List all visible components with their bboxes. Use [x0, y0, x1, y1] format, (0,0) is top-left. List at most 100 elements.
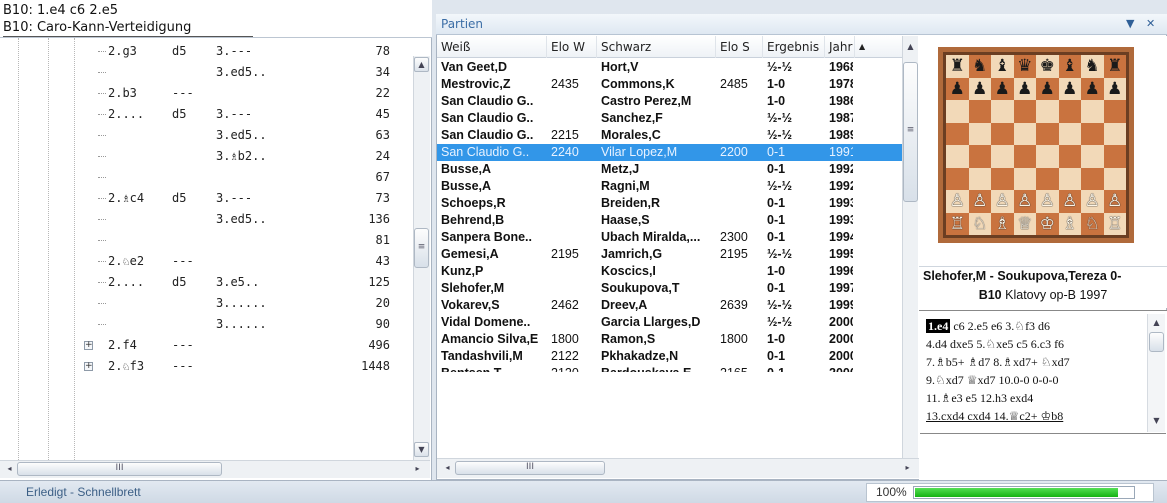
- column-header[interactable]: Jahr: [825, 36, 855, 58]
- close-icon[interactable]: ✕: [1146, 14, 1155, 34]
- board-square[interactable]: [1081, 122, 1104, 145]
- board-square[interactable]: [1013, 167, 1036, 190]
- board-square[interactable]: [968, 145, 991, 168]
- board-square[interactable]: [968, 100, 991, 123]
- chess-piece-icon[interactable]: ♟: [1014, 78, 1037, 101]
- board-square[interactable]: [946, 100, 969, 123]
- chess-piece-icon[interactable]: ♝: [991, 55, 1014, 78]
- chess-piece-icon[interactable]: ♙: [969, 190, 992, 213]
- board-square[interactable]: [1036, 167, 1059, 190]
- expand-icon[interactable]: +: [84, 341, 93, 350]
- tree-row[interactable]: 67: [0, 167, 414, 188]
- board-square[interactable]: [946, 122, 969, 145]
- chess-piece-icon[interactable]: ♚: [1036, 55, 1059, 78]
- scroll-up-icon[interactable]: ▲: [1149, 316, 1164, 331]
- table-row[interactable]: San Claudio G.. 2215 Morales,C ½-½ 1989: [437, 127, 903, 144]
- notation-line[interactable]: 9.♘xd7 ♕xd7 10.0-0 0-0-0: [926, 373, 1059, 387]
- scroll-left-icon[interactable]: ◂: [440, 461, 455, 476]
- tree-row[interactable]: 2.b3 --- 22: [0, 83, 414, 104]
- notation-line[interactable]: 7.♗b5+ ♗d7 8.♗xd7+ ♘xd7: [926, 355, 1070, 369]
- tree-row[interactable]: 2.... d5 3.--- 45: [0, 104, 414, 125]
- board-square[interactable]: [1058, 145, 1081, 168]
- scrollbar-thumb[interactable]: ≡: [414, 228, 429, 268]
- tree-row[interactable]: +2.♘f3 --- 1448: [0, 356, 414, 377]
- table-row[interactable]: Slehofer,M Soukupova,T 0-1 1997: [437, 280, 903, 297]
- chess-piece-icon[interactable]: ♙: [1059, 190, 1082, 213]
- board-square[interactable]: [1103, 100, 1126, 123]
- notation-line[interactable]: c6 2.e5 e6 3.♘f3 d6: [950, 319, 1050, 333]
- table-row[interactable]: Busse,A Ragni,M ½-½ 1992: [437, 178, 903, 195]
- table-row[interactable]: Kunz,P Koscics,I 1-0 1996: [437, 263, 903, 280]
- table-row[interactable]: Vidal Domene.. Garcia Llarges,D ½-½ 2000: [437, 314, 903, 331]
- board-square[interactable]: [1013, 100, 1036, 123]
- scroll-down-icon[interactable]: ▼: [414, 442, 429, 457]
- chess-piece-icon[interactable]: ♖: [1104, 213, 1127, 236]
- table-row[interactable]: Tandashvili,M 2122 Pkhakadze,N 0-1 2000: [437, 348, 903, 365]
- chess-piece-icon[interactable]: ♗: [1059, 213, 1082, 236]
- column-header[interactable]: Ergebnis: [763, 36, 825, 58]
- board-square[interactable]: [1058, 100, 1081, 123]
- table-row[interactable]: San Claudio G.. Castro Perez,M 1-0 1986: [437, 93, 903, 110]
- chess-piece-icon[interactable]: ♜: [1104, 55, 1127, 78]
- board-square[interactable]: [1036, 145, 1059, 168]
- scroll-right-icon[interactable]: ▸: [900, 461, 915, 476]
- chess-piece-icon[interactable]: ♕: [1014, 213, 1037, 236]
- tree-horizontal-scrollbar[interactable]: ◂ III ▸: [0, 460, 430, 478]
- column-header[interactable]: Elo W: [547, 36, 597, 58]
- board-square[interactable]: [946, 145, 969, 168]
- scrollbar-thumb[interactable]: [1149, 332, 1164, 352]
- table-row[interactable]: Schoeps,R Breiden,R 0-1 1993: [437, 195, 903, 212]
- tree-row[interactable]: +2.f4 --- 496: [0, 335, 414, 356]
- board-square[interactable]: [1103, 122, 1126, 145]
- chess-piece-icon[interactable]: ♞: [1081, 55, 1104, 78]
- tree-row[interactable]: 2.g3 d5 3.--- 78: [0, 41, 414, 62]
- games-vertical-scrollbar[interactable]: ▲ ≡: [902, 36, 918, 458]
- chess-piece-icon[interactable]: ♟: [991, 78, 1014, 101]
- tree-row[interactable]: 2.♗c4 d5 3.--- 73: [0, 188, 414, 209]
- chess-piece-icon[interactable]: ♞: [969, 55, 992, 78]
- notation-scrollbar[interactable]: ▲ ▼: [1147, 314, 1165, 432]
- board-square[interactable]: [1081, 145, 1104, 168]
- board-square[interactable]: [968, 122, 991, 145]
- tree-row[interactable]: 3.ed5.. 136: [0, 209, 414, 230]
- board-square[interactable]: [991, 122, 1014, 145]
- scrollbar-thumb[interactable]: III: [455, 461, 605, 475]
- chess-piece-icon[interactable]: ♘: [1081, 213, 1104, 236]
- table-row[interactable]: Vokarev,S 2462 Dreev,A 2639 ½-½ 1999: [437, 297, 903, 314]
- board-square[interactable]: [968, 167, 991, 190]
- tree-row[interactable]: 3.♗b2.. 24: [0, 146, 414, 167]
- scrollbar-thumb[interactable]: ≡: [903, 62, 918, 202]
- board-square[interactable]: [991, 100, 1014, 123]
- chess-piece-icon[interactable]: ♝: [1059, 55, 1082, 78]
- tree-row[interactable]: 3.ed5.. 63: [0, 125, 414, 146]
- scroll-down-icon[interactable]: ▼: [1149, 414, 1164, 429]
- board-square[interactable]: [991, 167, 1014, 190]
- chess-piece-icon[interactable]: ♙: [991, 190, 1014, 213]
- board-square[interactable]: [991, 145, 1014, 168]
- tree-row[interactable]: 3...... 20: [0, 293, 414, 314]
- table-row[interactable]: Sanpera Bone.. Ubach Miralda,... 2300 0-1 19…: [437, 229, 903, 246]
- scroll-up-icon[interactable]: ▲: [903, 40, 918, 55]
- column-header[interactable]: Elo S: [716, 36, 763, 58]
- tree-row[interactable]: 3.ed5.. 34: [0, 62, 414, 83]
- table-row[interactable]: Busse,A Metz,J 0-1 1992: [437, 161, 903, 178]
- scrollbar-thumb[interactable]: III: [17, 462, 222, 476]
- notation-line[interactable]: 4.d4 dxe5 5.♘xe5 c5 6.c3 f6: [926, 337, 1064, 351]
- chess-piece-icon[interactable]: ♙: [1081, 190, 1104, 213]
- tree-row[interactable]: 3...... 90: [0, 314, 414, 335]
- pane-menu-icon[interactable]: ▼: [1126, 14, 1134, 34]
- scroll-left-icon[interactable]: ◂: [2, 462, 17, 477]
- chess-piece-icon[interactable]: ♟: [946, 78, 969, 101]
- table-row[interactable]: San Claudio G.. 2240 Vilar Lopez,M 2200 0-1 1…: [437, 144, 903, 161]
- tree-vertical-scrollbar[interactable]: ▲ ≡ ▼: [413, 56, 430, 460]
- board-square[interactable]: [1103, 145, 1126, 168]
- chess-piece-icon[interactable]: ♜: [946, 55, 969, 78]
- chess-piece-icon[interactable]: ♟: [1036, 78, 1059, 101]
- chess-piece-icon[interactable]: ♙: [1104, 190, 1127, 213]
- table-row[interactable]: Behrend,B Haase,S 0-1 1993: [437, 212, 903, 229]
- board-square[interactable]: [1058, 167, 1081, 190]
- table-row[interactable]: Gemesi,A 2195 Jamrich,G 2195 ½-½ 1995: [437, 246, 903, 263]
- column-header[interactable]: Schwarz: [597, 36, 716, 58]
- board-square[interactable]: [1036, 122, 1059, 145]
- current-move[interactable]: 1.e4: [926, 319, 951, 333]
